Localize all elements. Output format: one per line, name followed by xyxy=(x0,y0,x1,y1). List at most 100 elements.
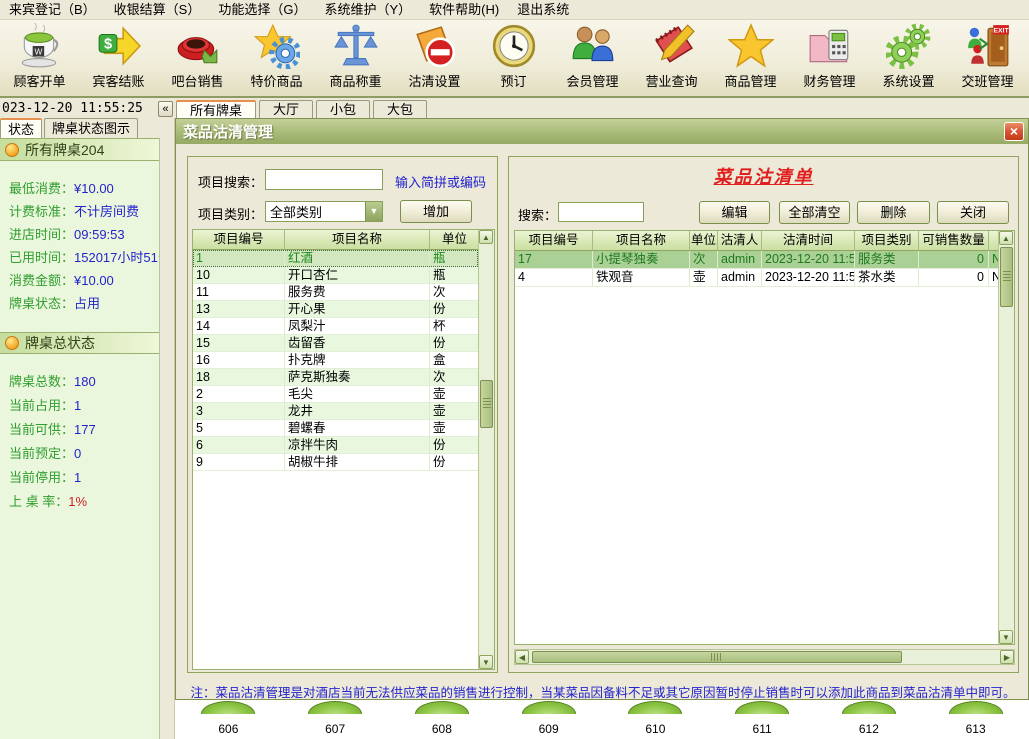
scrollbar-thumb[interactable] xyxy=(480,380,493,428)
toolbar-button[interactable]: 沽清设置 xyxy=(395,20,474,96)
close-icon[interactable]: × xyxy=(1004,122,1024,141)
toolbar-button-label: 营业查询 xyxy=(645,71,697,90)
table-row[interactable]: 4铁观音壶admin2023-12-20 11:5茶水类0N xyxy=(515,269,998,287)
star-icon xyxy=(728,23,774,69)
menu-item[interactable]: 系统维护（Y） xyxy=(315,0,420,20)
column-header[interactable]: 单位 xyxy=(690,231,718,251)
table-cell: 3 xyxy=(193,403,285,420)
scrollbar-thumb[interactable] xyxy=(532,651,902,663)
column-header[interactable]: 项目名称 xyxy=(593,231,690,251)
table-number: 613 xyxy=(922,722,1029,736)
action-button[interactable]: 编辑 xyxy=(699,201,770,224)
toolbar-button[interactable]: 商品称重 xyxy=(316,20,395,96)
table-cell: 2 xyxy=(193,386,285,403)
toolbar-button[interactable]: 商品管理 xyxy=(711,20,790,96)
column-header[interactable]: 沽清人 xyxy=(718,231,762,251)
floor-table-item[interactable]: 610 xyxy=(602,700,709,739)
scroll-up-icon[interactable]: ▲ xyxy=(479,230,493,244)
table-cell: 次 xyxy=(690,251,718,269)
floor-table-item[interactable]: 609 xyxy=(495,700,602,739)
sidebar-splitter[interactable] xyxy=(160,118,175,739)
column-header[interactable]: 项目类别 xyxy=(855,231,919,251)
column-header[interactable]: 可销售数量 xyxy=(919,231,989,251)
table-row[interactable]: 13开心果份 xyxy=(193,301,478,318)
menu-item[interactable]: 来宾登记（B） xyxy=(0,0,105,20)
toolbar-button[interactable]: 预订 xyxy=(474,20,553,96)
menu-item[interactable]: 软件帮助(H) xyxy=(420,0,508,20)
column-header[interactable]: 项目编号 xyxy=(193,230,285,250)
area-tab[interactable]: 大厅 xyxy=(259,100,313,118)
toolbar-button[interactable]: 营业查询 xyxy=(632,20,711,96)
table-row[interactable]: 2毛尖壶 xyxy=(193,386,478,403)
scroll-left-icon[interactable]: ◀ xyxy=(515,650,529,664)
add-button[interactable]: 增加 xyxy=(400,200,472,223)
menu-item[interactable]: 退出系统 xyxy=(508,0,578,20)
column-header[interactable]: 项目名称 xyxy=(285,230,430,250)
toolbar-button[interactable]: 系统设置 xyxy=(869,20,948,96)
table-row[interactable]: 6凉拌牛肉份 xyxy=(193,437,478,454)
table-row[interactable]: 14凤梨汁杯 xyxy=(193,318,478,335)
table-row[interactable]: 16扑克牌盒 xyxy=(193,352,478,369)
soldout-search-input[interactable] xyxy=(558,202,644,222)
area-tab[interactable]: 所有牌桌 xyxy=(176,100,256,118)
floor-table-item[interactable]: 608 xyxy=(389,700,496,739)
floor-table-item[interactable]: 612 xyxy=(816,700,923,739)
table-row[interactable]: 18萨克斯独奏次 xyxy=(193,369,478,386)
table-row[interactable]: 1红酒瓶 xyxy=(193,250,478,267)
category-select[interactable]: 全部类别 ▼ xyxy=(265,201,383,222)
scroll-down-icon[interactable]: ▼ xyxy=(479,655,493,669)
sidebar-tab[interactable]: 状态 xyxy=(0,118,42,138)
toolbar-button[interactable]: W 顾客开单 xyxy=(0,20,79,96)
toolbar-button[interactable]: 特价商品 xyxy=(237,20,316,96)
action-button[interactable]: 全部清空 xyxy=(779,201,850,224)
table-row[interactable]: 10开口杏仁瓶 xyxy=(193,267,478,284)
floor-table-item[interactable]: 611 xyxy=(709,700,816,739)
table-row[interactable]: 17小提琴独奏次admin2023-12-20 11:5服务类0N xyxy=(515,251,998,269)
scroll-down-icon[interactable]: ▼ xyxy=(999,630,1013,644)
table-cell: 齿留香 xyxy=(285,335,430,352)
table-cell: 份 xyxy=(430,301,478,318)
action-button[interactable]: 删除 xyxy=(857,201,930,224)
sidebar-section-header[interactable]: 牌桌总状态 xyxy=(0,332,159,354)
area-tab[interactable]: 小包 xyxy=(316,100,370,118)
area-tab[interactable]: 大包 xyxy=(373,100,427,118)
vertical-scrollbar[interactable]: ▲ ▼ xyxy=(478,230,494,669)
column-header[interactable]: 退 xyxy=(989,231,998,251)
table-cell: 次 xyxy=(430,369,478,386)
toolbar-button-label: 商品称重 xyxy=(329,71,381,90)
table-icon xyxy=(308,701,362,714)
vertical-scrollbar[interactable]: ▲ ▼ xyxy=(998,231,1014,644)
collapse-sidebar-button[interactable]: « xyxy=(158,101,173,117)
floor-table-item[interactable]: 613 xyxy=(922,700,1029,739)
table-icon xyxy=(735,701,789,714)
horizontal-scrollbar[interactable]: ◀ ▶ xyxy=(514,649,1015,665)
chevron-down-icon[interactable]: ▼ xyxy=(365,202,382,221)
toolbar-button[interactable]: $ 宾客结账 xyxy=(79,20,158,96)
soldout-list-title: 菜品沽清单 xyxy=(509,163,1018,189)
table-row[interactable]: 11服务费次 xyxy=(193,284,478,301)
table-row[interactable]: 9胡椒牛排份 xyxy=(193,454,478,471)
table-row[interactable]: 15齿留香份 xyxy=(193,335,478,352)
toolbar-button-label: 顾客开单 xyxy=(13,71,65,90)
menu-item[interactable]: 功能选择（G） xyxy=(209,0,315,20)
table-row[interactable]: 5碧螺春壶 xyxy=(193,420,478,437)
toolbar-button[interactable]: EXIT 交班管理 xyxy=(948,20,1027,96)
floor-table-item[interactable]: 607 xyxy=(282,700,389,739)
menu-item[interactable]: 收银结算（S） xyxy=(105,0,210,20)
toolbar-button[interactable]: 财务管理 xyxy=(790,20,869,96)
sidebar-section-header[interactable]: 所有牌桌204 xyxy=(0,139,159,161)
scrollbar-thumb[interactable] xyxy=(1000,247,1013,307)
toolbar-button[interactable]: 会员管理 xyxy=(553,20,632,96)
column-header[interactable]: 沽清时间 xyxy=(762,231,855,251)
column-header[interactable]: 单位 xyxy=(430,230,478,250)
toolbar-button[interactable]: 吧台销售 xyxy=(158,20,237,96)
sidebar-tab[interactable]: 牌桌状态图示 xyxy=(44,118,138,138)
column-header[interactable]: 项目编号 xyxy=(515,231,593,251)
scroll-right-icon[interactable]: ▶ xyxy=(1000,650,1014,664)
item-search-input[interactable] xyxy=(265,169,383,190)
floor-table-item[interactable]: 606 xyxy=(175,700,282,739)
action-button[interactable]: 关闭 xyxy=(937,201,1009,224)
scroll-up-icon[interactable]: ▲ xyxy=(999,231,1013,245)
table-cell: 份 xyxy=(430,437,478,454)
table-row[interactable]: 3龙井壶 xyxy=(193,403,478,420)
